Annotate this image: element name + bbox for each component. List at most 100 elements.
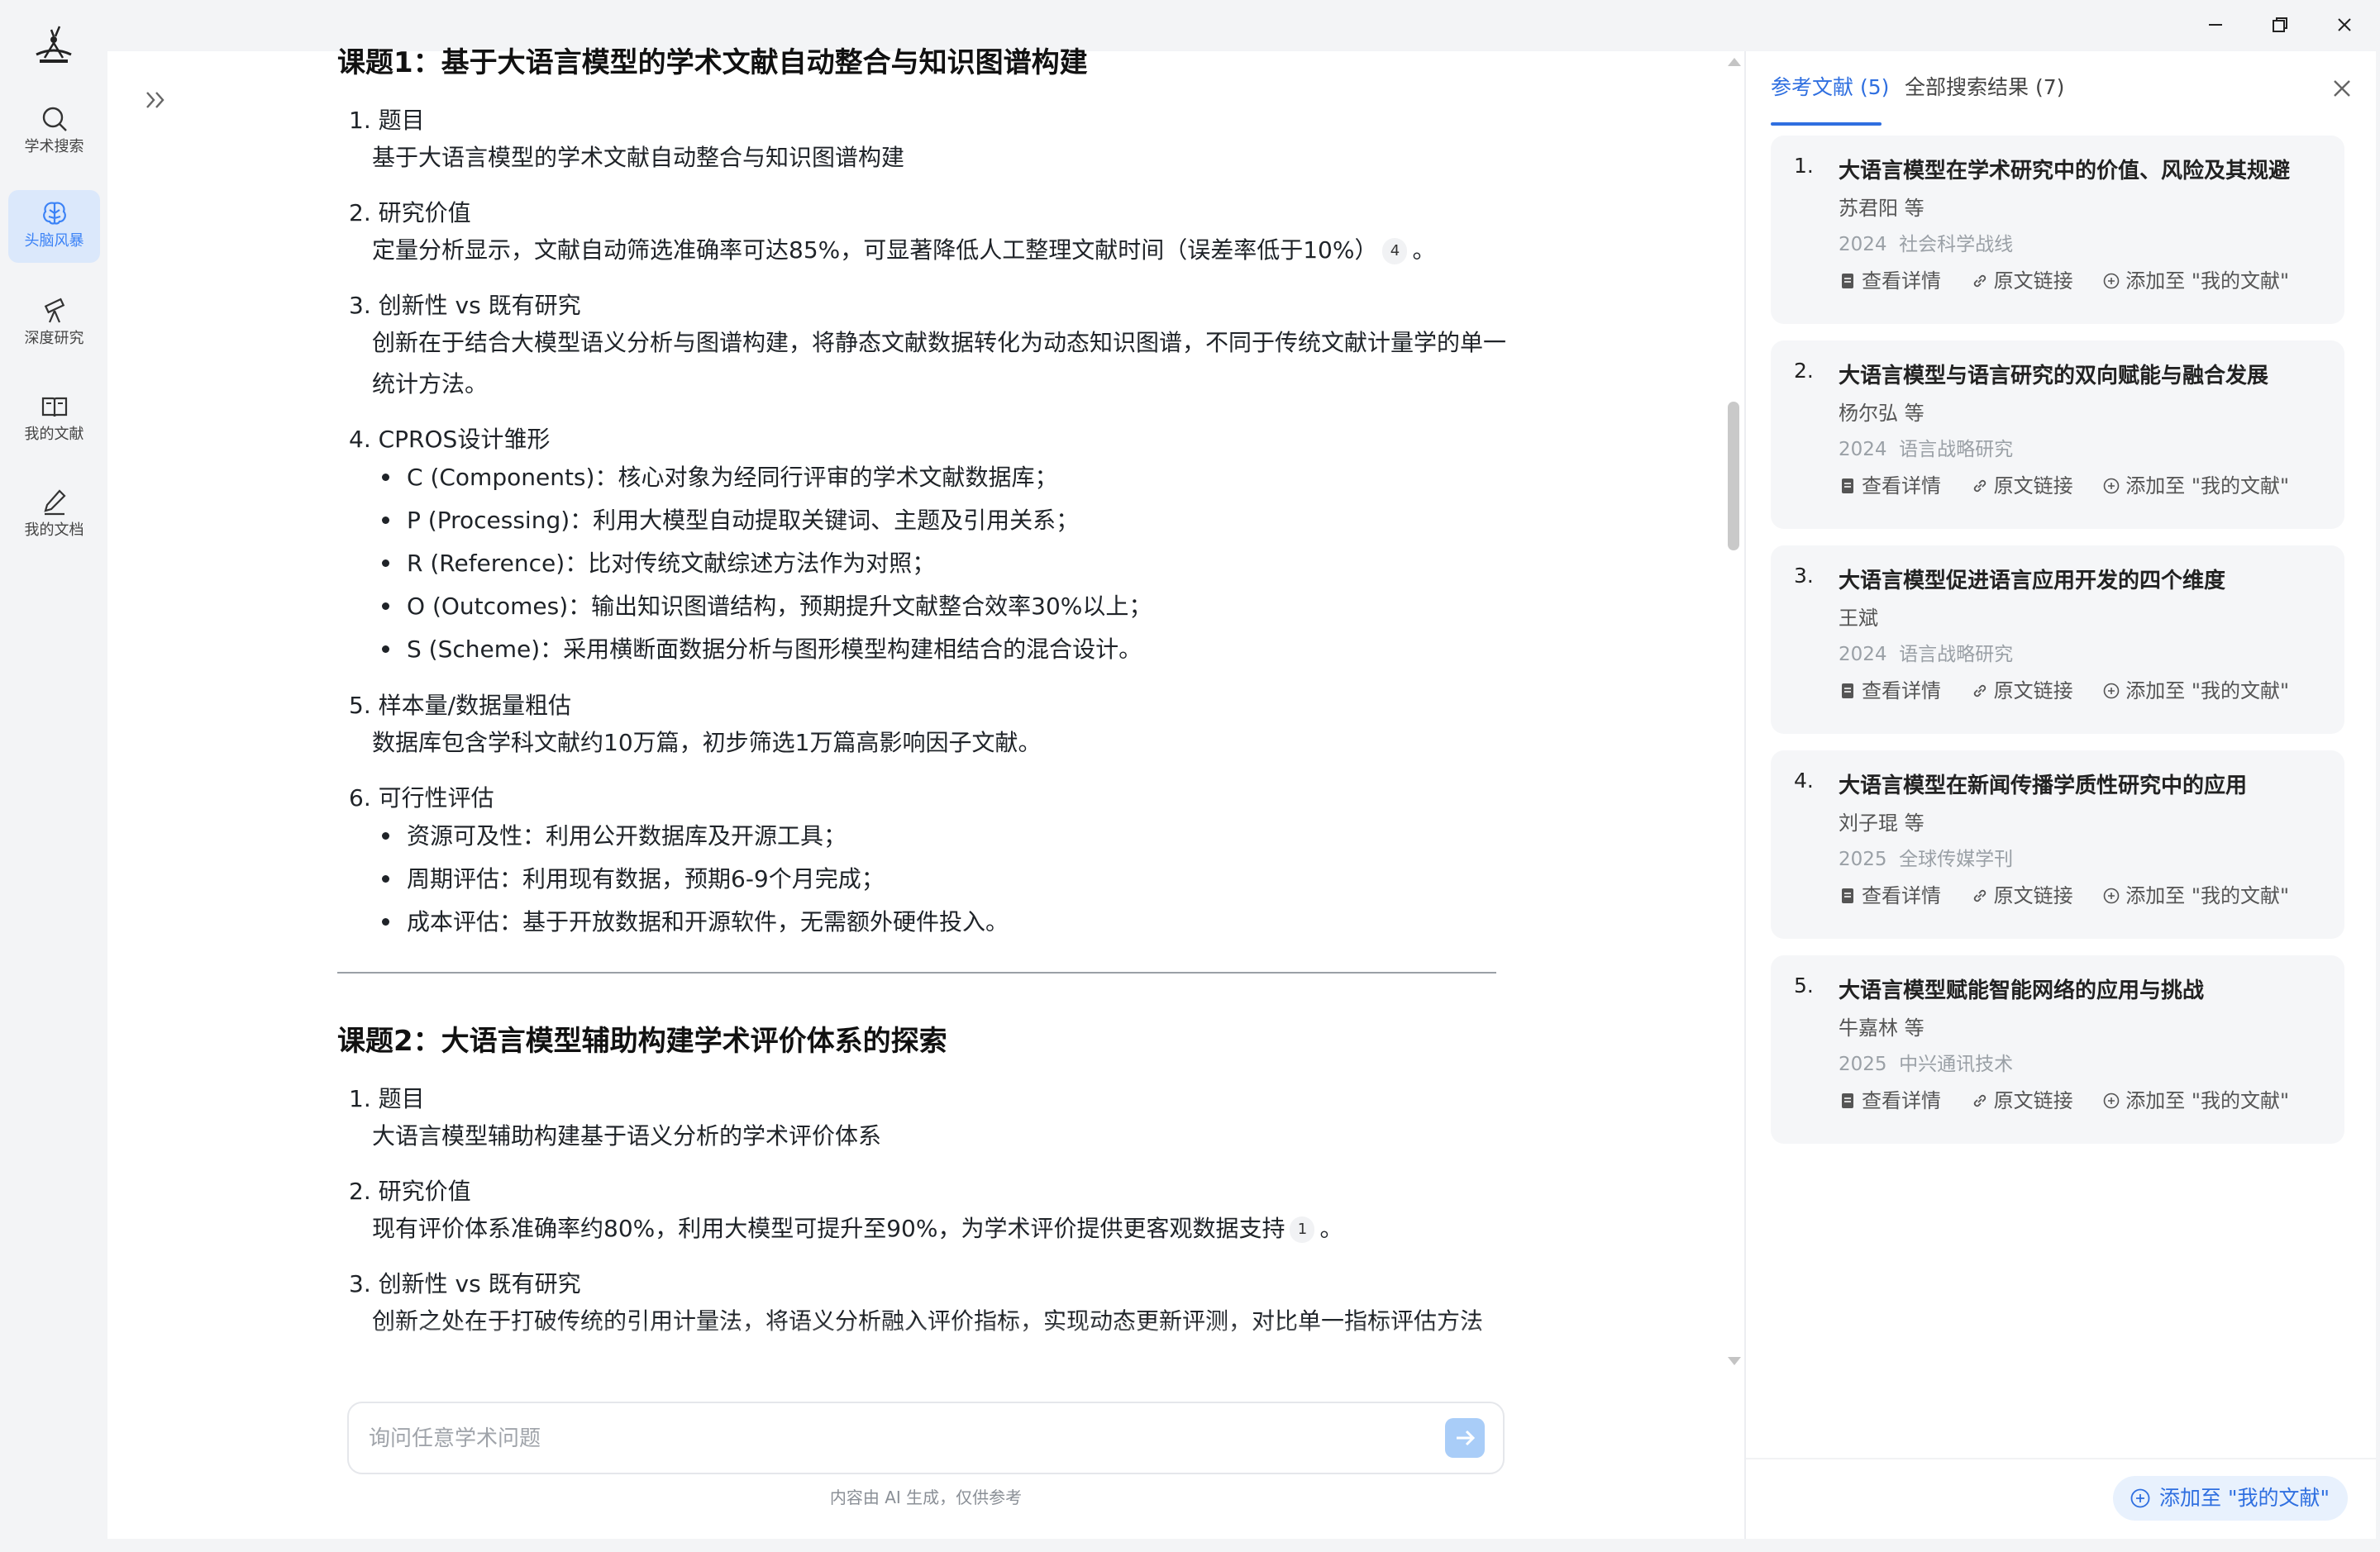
- ref-number: 4.: [1794, 769, 1814, 793]
- chat-input-box: [347, 1402, 1505, 1474]
- add-to-library-button[interactable]: 添加至 "我的文献": [2102, 674, 2289, 703]
- action-label: 原文链接: [1993, 269, 2073, 293]
- section-heading: 3. 创新性 vs 既有研究: [349, 1270, 581, 1297]
- ref-journal: 中兴通讯技术: [1899, 1054, 2014, 1075]
- list-item: 周期评估：利用现有数据，预期6-9个月完成；: [375, 858, 1594, 901]
- link-icon: [1973, 684, 1986, 697]
- citation-badge[interactable]: 4: [1382, 238, 1408, 264]
- section-heading: 3. 创新性 vs 既有研究: [349, 292, 581, 319]
- ref-title[interactable]: 大语言模型在新闻传播学质性研究中的应用: [1839, 769, 2247, 799]
- action-label: 原文链接: [1993, 1089, 2073, 1112]
- ref-year: 2024: [1839, 234, 1887, 255]
- references-panel: 参考文献 (5) 全部搜索结果 (7) 1. 大语言模型在学术研究中的价值、风险…: [1744, 51, 2376, 1539]
- section-body: 定量分析显示，文献自动筛选准确率可达85%，可显著降低人工整理文献时间（误差率低…: [372, 230, 1513, 271]
- plus-circle-icon: [2130, 1488, 2150, 1508]
- view-details-button[interactable]: 查看详情: [1839, 469, 1941, 498]
- add-all-to-library-button[interactable]: 添加至 "我的文献": [2113, 1476, 2348, 1521]
- section-tail: 。: [1319, 1215, 1343, 1242]
- divider: [337, 972, 1496, 974]
- send-button[interactable]: [1445, 1418, 1485, 1458]
- add-to-library-button[interactable]: 添加至 "我的文献": [2102, 879, 2289, 908]
- pencil-icon: [43, 489, 66, 516]
- link-icon: [1973, 1094, 1986, 1107]
- add-to-library-button[interactable]: 添加至 "我的文献": [2102, 1084, 2289, 1113]
- action-label: 查看详情: [1862, 269, 1941, 293]
- section-text: 现有评价体系准确率约80%，利用大模型可提升至90%，为学术评价提供更客观数据支…: [372, 1215, 1285, 1242]
- app-logo: [36, 26, 72, 63]
- action-label: 查看详情: [1862, 679, 1941, 702]
- ref-author: 王斌: [1839, 607, 1878, 630]
- ref-actions: 查看详情 原文链接 添加至 "我的文献": [1839, 879, 2312, 908]
- bullet-list: C (Components)：核心对象为经同行评审的学术文献数据库； P (Pr…: [375, 456, 1594, 671]
- list-item: 成本评估：基于开放数据和开源软件，无需额外硬件投入。: [375, 901, 1594, 944]
- minimize-icon[interactable]: [2204, 13, 2227, 36]
- action-label: 原文链接: [1993, 884, 2073, 907]
- reference-card: 1. 大语言模型在学术研究中的价值、风险及其规避 苏君阳 等 2024 社会科学…: [1771, 136, 2344, 324]
- restore-icon[interactable]: [2268, 13, 2292, 36]
- document-icon: [1842, 1093, 1853, 1108]
- book-icon: [41, 397, 67, 417]
- close-icon[interactable]: [2330, 76, 2354, 101]
- view-details-button[interactable]: 查看详情: [1839, 264, 1941, 293]
- section-heading: 1. 题目: [349, 1085, 425, 1112]
- topic-title: 课题2：大语言模型辅助构建学术评价体系的探索: [337, 1025, 947, 1058]
- scroll-up-arrow[interactable]: [1728, 58, 1741, 66]
- nav-item-my-literature[interactable]: 我的文献: [8, 383, 100, 456]
- ref-actions: 查看详情 原文链接 添加至 "我的文献": [1839, 469, 2312, 498]
- ref-title[interactable]: 大语言模型促进语言应用开发的四个维度: [1839, 564, 2225, 594]
- telescope-icon: [44, 298, 64, 323]
- nav-item-my-documents[interactable]: 我的文档: [8, 479, 100, 552]
- ref-author: 刘子琨 等: [1839, 812, 1925, 835]
- tab-all-results[interactable]: 全部搜索结果 (7): [1905, 73, 2064, 102]
- expand-chevron-icon[interactable]: [142, 86, 170, 114]
- ref-journal: 语言战略研究: [1899, 644, 2014, 665]
- nav-label: 我的文档: [24, 521, 84, 539]
- list-item: O (Outcomes)：输出知识图谱结构，预期提升文献整合效率30%以上；: [375, 585, 1594, 628]
- nav-item-brainstorm[interactable]: 头脑风暴: [8, 190, 100, 263]
- source-link-button[interactable]: 原文链接: [1971, 469, 2073, 498]
- source-link-button[interactable]: 原文链接: [1971, 674, 2073, 703]
- source-link-button[interactable]: 原文链接: [1971, 879, 2073, 908]
- main-panel: 课题1：基于大语言模型的学术文献自动整合与知识图谱构建 1. 题目 基于大语言模…: [107, 46, 1744, 1539]
- action-label: 添加至 "我的文献": [2125, 884, 2289, 907]
- nav-label: 头脑风暴: [24, 232, 84, 250]
- reference-card: 3. 大语言模型促进语言应用开发的四个维度 王斌 2024 语言战略研究 查看详…: [1771, 545, 2344, 734]
- ref-number: 2.: [1794, 359, 1814, 383]
- topic-title: 课题1：基于大语言模型的学术文献自动整合与知识图谱构建: [337, 46, 1088, 79]
- section-heading: 1. 题目: [349, 107, 425, 134]
- section-body: 现有评价体系准确率约80%，利用大模型可提升至90%，为学术评价提供更客观数据支…: [372, 1208, 1513, 1250]
- ref-journal: 语言战略研究: [1899, 439, 2014, 460]
- section-body: 大语言模型辅助构建基于语义分析的学术评价体系: [372, 1122, 882, 1150]
- scroll-down-arrow[interactable]: [1728, 1357, 1741, 1365]
- nav-item-deep-research[interactable]: 深度研究: [8, 288, 100, 360]
- source-link-button[interactable]: 原文链接: [1971, 1084, 2073, 1113]
- ref-title[interactable]: 大语言模型与语言研究的双向赋能与融合发展: [1839, 359, 2268, 389]
- view-details-button[interactable]: 查看详情: [1839, 1084, 1941, 1113]
- ref-title[interactable]: 大语言模型赋能智能网络的应用与挑战: [1839, 974, 2204, 1004]
- ref-number: 1.: [1794, 154, 1814, 178]
- ref-meta: 2024 社会科学战线: [1839, 228, 2013, 256]
- nav-label: 学术搜索: [24, 138, 84, 155]
- plus-circle-icon: [2103, 888, 2120, 904]
- action-label: 查看详情: [1862, 884, 1941, 907]
- tab-references[interactable]: 参考文献 (5): [1771, 73, 1889, 102]
- section-heading: 6. 可行性评估: [349, 784, 494, 812]
- nav-label: 我的文献: [24, 426, 84, 443]
- source-link-button[interactable]: 原文链接: [1971, 264, 2073, 293]
- list-item: 资源可及性：利用公开数据库及开源工具；: [375, 815, 1594, 858]
- section-heading: 2. 研究价值: [349, 199, 471, 226]
- window-close-icon[interactable]: [2333, 13, 2356, 36]
- scrollbar-thumb[interactable]: [1728, 402, 1739, 550]
- plus-circle-icon: [2103, 478, 2120, 494]
- view-details-button[interactable]: 查看详情: [1839, 674, 1941, 703]
- citation-badge[interactable]: 1: [1290, 1216, 1315, 1243]
- ref-title[interactable]: 大语言模型在学术研究中的价值、风险及其规避: [1839, 154, 2290, 184]
- view-details-button[interactable]: 查看详情: [1839, 879, 1941, 908]
- add-to-library-button[interactable]: 添加至 "我的文献": [2102, 469, 2289, 498]
- question-input[interactable]: [367, 1420, 1395, 1458]
- document-icon: [1842, 888, 1853, 903]
- add-to-library-button[interactable]: 添加至 "我的文献": [2102, 264, 2289, 293]
- ref-year: 2025: [1839, 1054, 1887, 1075]
- section-sample-size: 5. 样本量/数据量粗估 数据库包含学科文献约10万篇，初步筛选1万篇高影响因子…: [337, 689, 1594, 764]
- nav-item-academic-search[interactable]: 学术搜索: [8, 96, 100, 169]
